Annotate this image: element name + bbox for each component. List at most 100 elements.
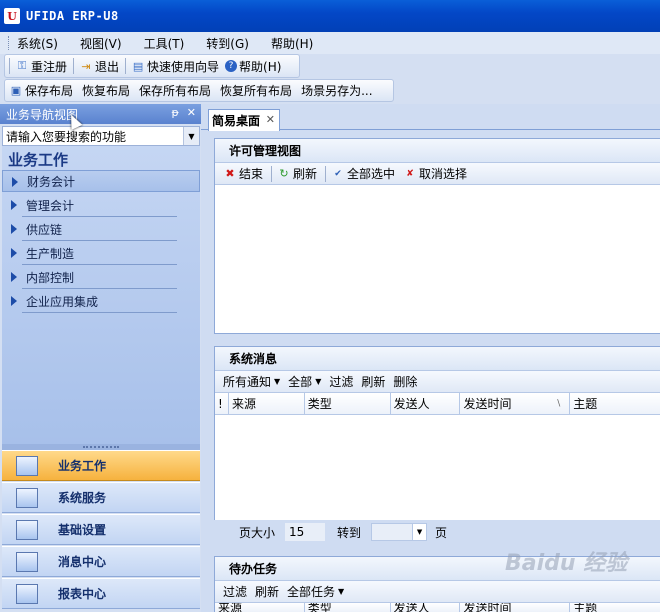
todo-col-type[interactable]: 类型	[305, 603, 391, 612]
system-service-label: 系统服务	[58, 491, 107, 505]
system-message-panel: 系统消息 所有通知 ▼ 全部 ▼ 过滤 刷新 删除 ! 来源 类型 发送人 发送时间…	[214, 346, 660, 544]
exit-button[interactable]: ⇥ 退出	[79, 58, 119, 75]
todo-col-sender[interactable]: 发送人	[391, 603, 461, 612]
task-scope-label: 全部任务	[287, 585, 336, 599]
message-panel-title: 系统消息	[215, 347, 660, 371]
select-all-button[interactable]: ✔ 全部选中	[331, 165, 395, 182]
business-work-button[interactable]: 业务工作	[2, 450, 200, 481]
nav-item-manufacturing[interactable]: 生产制造	[2, 242, 200, 264]
gear-icon	[16, 519, 38, 540]
expand-arrow-icon	[11, 224, 17, 234]
search-placeholder: 请输入您要搜索的功能	[6, 129, 127, 144]
restore-all-layouts-button[interactable]: 恢复所有布局	[220, 82, 292, 99]
help-icon: ?	[225, 60, 238, 72]
system-service-button[interactable]: 系统服务	[2, 482, 200, 513]
page-size-input[interactable]: 15	[285, 523, 326, 541]
chevron-down-icon[interactable]: ▼	[412, 524, 427, 540]
menu-tools[interactable]: 工具(T)	[144, 35, 185, 52]
tab-simple-desktop[interactable]: 简易桌面 ✕	[208, 109, 280, 131]
end-button[interactable]: ✖ 结束	[223, 165, 263, 182]
todo-filter-button[interactable]: 过滤	[223, 583, 247, 600]
chevron-down-icon: ▼	[274, 377, 281, 386]
pin-icon[interactable]: ᵽ	[171, 106, 178, 119]
delete-button[interactable]: 删除	[393, 373, 417, 390]
goto-page-select[interactable]: ▼	[371, 523, 428, 541]
chevron-down-icon: ▼	[338, 587, 345, 596]
chart-icon	[16, 455, 38, 476]
col-priority[interactable]: !	[215, 393, 229, 414]
menu-view[interactable]: 视图(V)	[80, 35, 122, 52]
menu-goto[interactable]: 转到(G)	[206, 35, 249, 52]
toolbar-grip	[9, 58, 10, 74]
scope-dropdown[interactable]: 全部 ▼	[288, 373, 321, 390]
license-panel: 许可管理视图 ✖ 结束 ↻ 刷新 ✔ 全部选中 ✘ 取消选择	[214, 138, 660, 334]
quick-guide-button[interactable]: ▤ 快速使用向导	[131, 58, 219, 75]
nav-item-finance[interactable]: 财务会计	[2, 170, 200, 192]
menu-system[interactable]: 系统(S)	[17, 35, 58, 52]
message-center-button[interactable]: 消息中心	[2, 546, 200, 577]
wizard-icon: ▤	[132, 59, 144, 73]
col-source[interactable]: 来源	[229, 393, 305, 414]
user-key-icon: ⚿	[17, 59, 27, 72]
license-panel-title: 许可管理视图	[215, 139, 660, 163]
todo-refresh-button[interactable]: 刷新	[255, 583, 279, 600]
deselect-button[interactable]: ✘ 取消选择	[403, 165, 467, 182]
report-center-label: 报表中心	[58, 587, 107, 601]
notification-filter-label: 所有通知	[223, 375, 272, 389]
baidu-watermark: Baidu 经验	[505, 551, 628, 576]
search-dropdown-icon[interactable]: ▼	[183, 127, 199, 145]
nav-item-label: 管理会计	[26, 198, 75, 213]
col-type[interactable]: 类型	[305, 393, 391, 414]
save-all-layouts-button[interactable]: 保存所有布局	[139, 82, 211, 99]
col-subject[interactable]: 主题	[570, 393, 660, 414]
deselect-icon: ✘	[406, 168, 414, 179]
refresh-button[interactable]: 刷新	[361, 373, 385, 390]
help-button[interactable]: ? 帮助(H)	[225, 58, 281, 75]
scope-label: 全部	[288, 375, 313, 389]
save-layout-button[interactable]: ▣ 保存布局	[9, 82, 73, 99]
refresh-label: 刷新	[293, 167, 318, 181]
expand-arrow-icon	[11, 272, 17, 282]
window-title: UFIDA ERP-U8	[26, 9, 119, 23]
toolbar-separator	[125, 58, 127, 74]
col-send-time[interactable]: 发送时间 ∖	[460, 393, 571, 414]
task-scope-dropdown[interactable]: 全部任务 ▼	[287, 583, 344, 600]
nav-item-supply-chain[interactable]: 供应链	[2, 218, 200, 240]
reregister-button[interactable]: ⚿ 重注册	[15, 58, 67, 75]
menu-help[interactable]: 帮助(H)	[271, 35, 313, 52]
expand-arrow-icon	[11, 200, 17, 210]
nav-item-integration[interactable]: 企业应用集成	[2, 290, 200, 312]
page-size-label: 页大小	[239, 525, 276, 540]
save-scene-as-button[interactable]: 场景另存为...	[301, 82, 372, 99]
report-center-button[interactable]: 报表中心	[2, 578, 200, 609]
chevron-down-icon: ▼	[315, 377, 322, 386]
restore-layout-button[interactable]: 恢复布局	[82, 82, 130, 99]
refresh-button[interactable]: ↻ 刷新	[277, 165, 317, 182]
tab-label: 简易桌面	[212, 114, 261, 128]
menu-bar: 系统(S) 视图(V) 工具(T) 转到(G) 帮助(H)	[0, 32, 660, 54]
close-icon[interactable]: ✕	[187, 106, 196, 119]
save-disk-icon: ▣	[10, 84, 22, 97]
page-unit-label: 页	[435, 525, 448, 540]
help-label: 帮助(H)	[239, 59, 282, 74]
expand-arrow-icon	[12, 177, 18, 187]
nav-item-internal-control[interactable]: 内部控制	[2, 266, 200, 288]
toolbar-separator	[271, 165, 273, 182]
reregister-label: 重注册	[31, 59, 68, 74]
function-search-input[interactable]: 请输入您要搜索的功能 ▼	[2, 126, 200, 146]
todo-col-send-time[interactable]: 发送时间	[460, 603, 571, 612]
todo-col-source[interactable]: 来源	[215, 603, 305, 612]
license-toolbar: ✖ 结束 ↻ 刷新 ✔ 全部选中 ✘ 取消选择	[215, 163, 660, 185]
expand-arrow-icon	[11, 296, 17, 306]
todo-grid-header: 来源 类型 发送人 发送时间 主题	[215, 603, 660, 612]
nav-item-management[interactable]: 管理会计	[2, 194, 200, 216]
basic-settings-button[interactable]: 基础设置	[2, 514, 200, 545]
filter-button[interactable]: 过滤	[329, 373, 353, 390]
section-title: 业务工作	[8, 151, 69, 169]
nav-item-label: 供应链	[26, 222, 63, 237]
col-sender[interactable]: 发送人	[391, 393, 461, 414]
notification-filter-dropdown[interactable]: 所有通知 ▼	[223, 373, 280, 390]
todo-col-subject[interactable]: 主题	[570, 603, 660, 612]
nav-item-label: 生产制造	[26, 246, 75, 261]
tab-close-icon[interactable]: ✕	[266, 113, 275, 126]
